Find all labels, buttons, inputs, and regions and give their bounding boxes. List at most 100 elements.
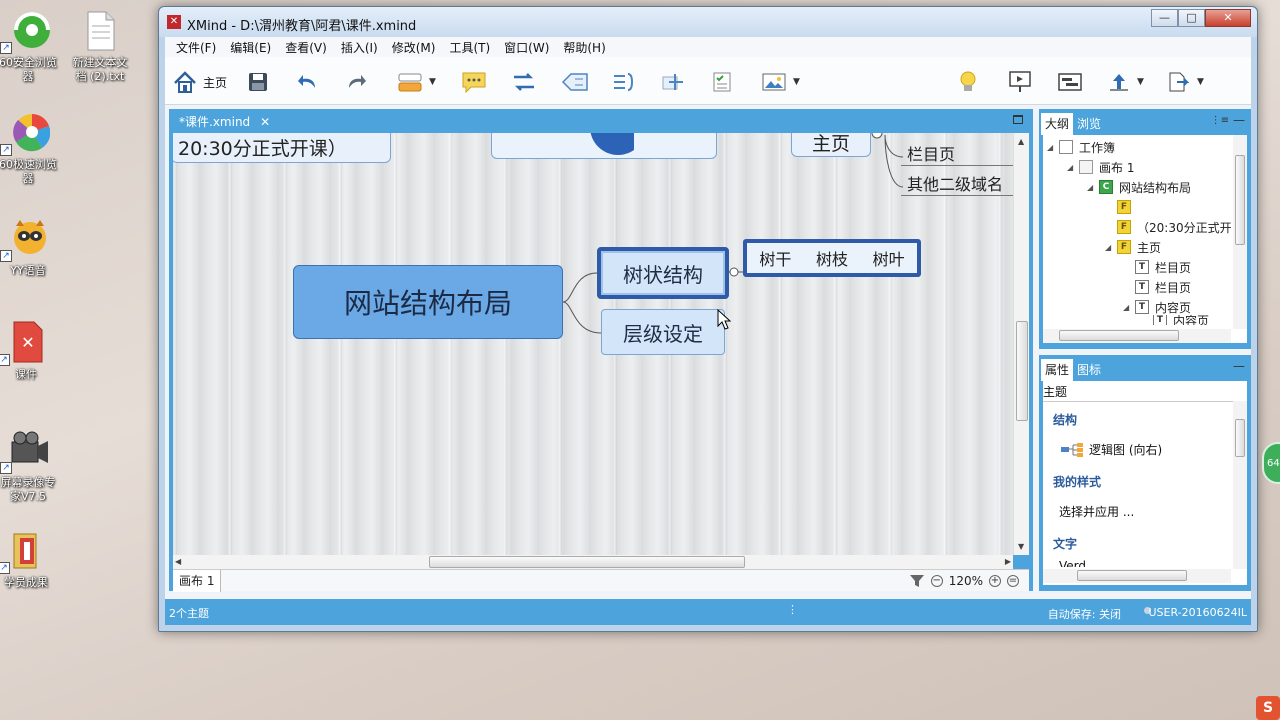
scroll-right-icon[interactable]: ▶ [1005,557,1011,566]
chevron-down-icon[interactable]: ▼ [1197,77,1204,87]
tree-item-workbook[interactable]: ◢ 工作簿 [1047,137,1115,157]
desktop-icon-speed-browser[interactable]: ↗ 60极速浏览 器 [0,110,60,186]
subtopic-level-setting[interactable]: 层级设定 [601,309,725,355]
tab-outline[interactable]: 大纲 [1041,113,1074,135]
tab-icons[interactable]: 图标 [1073,359,1105,381]
maximize-editor-icon[interactable] [1013,115,1023,124]
scroll-down-icon[interactable]: ▼ [1018,542,1024,551]
minimize-panel-icon[interactable]: — [1233,359,1245,373]
tree-item-home[interactable]: ◢ F 主页 [1105,237,1161,257]
desktop-icon-student-work[interactable]: ↗ 学员成果 [0,528,58,590]
chevron-down-icon[interactable]: ▼ [429,77,436,87]
maximize-button[interactable]: □ [1178,9,1205,27]
menu-insert[interactable]: 插入(I) [334,39,385,56]
close-button[interactable]: ✕ [1205,9,1251,27]
topic-column-page[interactable]: 栏目页 [907,141,955,165]
summary-button[interactable] [611,69,637,95]
tree-item-floating[interactable]: F （20:30分正式开 [1117,217,1232,237]
floating-topic[interactable]: 树干 树枝 树叶 [743,239,921,277]
boundary-button[interactable] [561,69,589,95]
share-button[interactable]: ▼ [1107,69,1144,95]
tab-browse[interactable]: 浏览 [1073,113,1105,135]
tree-item-topic[interactable]: T 内容页 [1153,315,1209,325]
minimize-button[interactable]: — [1151,9,1178,27]
tree-item-sheet[interactable]: ◢ 画布 1 [1067,157,1134,177]
tree-item-topic[interactable]: T 栏目页 [1135,277,1191,297]
view-menu-icon[interactable]: ⋮≡ [1211,115,1229,126]
zoom-fit-icon[interactable]: = [1007,575,1019,587]
tree-item-central[interactable]: ◢ C 网站结构布局 [1087,177,1191,197]
desktop-icon-360-browser[interactable]: ↗ 60安全浏览 器 [0,8,60,84]
tree-item-floating[interactable]: F [1117,197,1137,217]
menu-edit[interactable]: 编辑(E) [223,39,278,56]
save-button[interactable] [247,69,269,95]
subtopic-tree-structure[interactable]: 树状结构 [597,247,729,299]
scroll-thumb[interactable] [1235,155,1245,245]
autosave-status[interactable]: 自动保存: 关闭 [1048,606,1121,622]
scroll-thumb[interactable] [1235,419,1245,457]
home-button[interactable]: 主页 [173,69,227,95]
tree-item-topic[interactable]: ◢ T 内容页 [1123,297,1191,317]
text-section-title[interactable]: 文字 [1053,535,1077,552]
topic-partial-schedule[interactable]: 20:30分正式开课） [173,133,391,163]
close-icon[interactable]: ✕ [260,111,270,133]
task-button[interactable] [711,69,735,95]
chevron-down-icon[interactable]: ▼ [1137,77,1144,87]
vertical-scrollbar[interactable]: ▲ ▼ [1013,133,1029,555]
menu-file[interactable]: 文件(F) [169,39,223,56]
desktop-icon-xmind-file[interactable]: ✕ ↗ 课件 [0,320,58,382]
chevron-down-icon[interactable]: ▼ [793,77,800,87]
font-name[interactable]: Verd [1059,559,1086,567]
callout-button[interactable] [461,69,487,95]
minimize-panel-icon[interactable]: — [1233,113,1245,127]
topic-partial-logo[interactable] [491,133,717,159]
tree-item-topic[interactable]: T 栏目页 [1135,257,1191,277]
central-topic[interactable]: 网站结构布局 [293,265,563,339]
vertical-scrollbar[interactable] [1233,401,1247,569]
redo-button[interactable] [345,69,367,95]
presentation-button[interactable] [1007,69,1033,95]
undo-button[interactable] [297,69,319,95]
menu-window[interactable]: 窗口(W) [497,39,556,56]
title-bar[interactable]: ✕ XMind - D:\渭州教育\阿君\课件.xmind — □ ✕ [159,7,1257,37]
desktop-icon-yy[interactable]: ↗ YY语音 [0,216,60,278]
horizontal-scrollbar[interactable] [1043,569,1231,583]
insert-topic-button[interactable]: ▼ [397,69,436,95]
zoom-in-icon[interactable]: + [989,575,1001,587]
zoom-out-icon[interactable]: − [930,575,943,587]
horizontal-scrollbar[interactable] [1043,329,1231,343]
scroll-up-icon[interactable]: ▲ [1018,137,1024,146]
apply-style-link[interactable]: 选择并应用 ... [1059,503,1134,520]
filter-icon[interactable] [909,573,925,589]
document-tab[interactable]: *课件.xmind ✕ [173,111,277,133]
menu-modify[interactable]: 修改(M) [385,39,443,56]
gantt-button[interactable] [1057,69,1083,95]
sheet-tab[interactable]: 画布 1 [173,569,222,592]
floating-monitor-icon[interactable]: 64 [1262,442,1280,484]
menu-help[interactable]: 帮助(H) [556,39,612,56]
brainstorm-button[interactable] [957,69,979,95]
scroll-thumb[interactable] [1077,570,1187,581]
scroll-thumb[interactable] [1016,321,1028,421]
horizontal-scrollbar[interactable]: ◀ ▶ [173,555,1013,569]
menu-tools[interactable]: 工具(T) [442,39,497,56]
menu-view[interactable]: 查看(V) [278,39,334,56]
scroll-thumb[interactable] [1059,330,1179,341]
image-button[interactable]: ▼ [761,69,800,95]
relationship-button[interactable] [511,69,537,95]
mindmap-canvas[interactable]: 20:30分正式开课） 主页 栏目页 其他二级域名 网站结构布局 树状结构 层级… [173,133,1013,555]
topic-partial-home[interactable]: 主页 [791,133,871,157]
scroll-left-icon[interactable]: ◀ [175,557,181,566]
structure-section-title[interactable]: 结构 [1053,411,1077,428]
my-styles-section-title[interactable]: 我的样式 [1053,473,1101,490]
export-button[interactable]: ▼ [1167,69,1204,95]
tab-properties[interactable]: 属性 [1041,359,1074,381]
scroll-thumb[interactable] [429,556,745,568]
marker-button[interactable] [661,69,687,95]
vertical-scrollbar[interactable] [1233,135,1247,329]
input-method-icon[interactable]: S [1256,696,1280,720]
topic-other-domains[interactable]: 其他二级域名 [907,171,1003,195]
structure-value[interactable]: 逻辑图 (向右) [1061,441,1162,458]
desktop-icon-text-file[interactable]: 新建文本文 档 (2).txt [68,8,132,84]
desktop-icon-screen-recorder[interactable]: ↗ 屏幕录像专 家V7.5 [0,428,60,504]
